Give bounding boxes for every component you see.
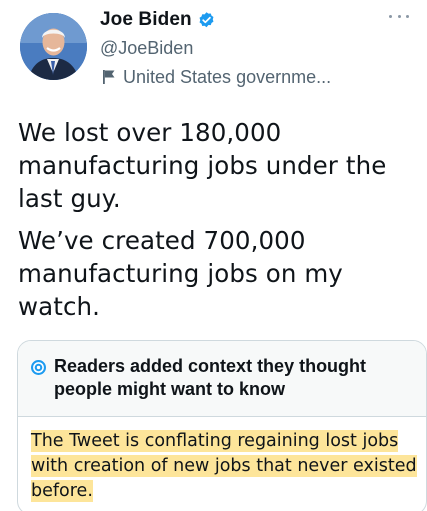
affiliation-text: United States governme... xyxy=(123,66,332,87)
verified-badge-icon[interactable] xyxy=(197,11,216,30)
tweet-card: Joe Biden @JoeBiden United States govern… xyxy=(0,0,427,511)
community-note-text: The Tweet is conflating regaining lost j… xyxy=(31,430,417,502)
name-row: Joe Biden xyxy=(100,8,390,32)
avatar-image xyxy=(20,13,87,80)
handle[interactable]: @JoeBiden xyxy=(100,36,390,60)
community-note-title: Readers added context they thought peopl… xyxy=(54,356,367,399)
community-note-body: The Tweet is conflating regaining lost j… xyxy=(31,429,421,504)
community-note-header[interactable]: Readers added context they thought peopl… xyxy=(18,341,426,417)
author-block: Joe Biden @JoeBiden United States govern… xyxy=(100,8,390,89)
display-name[interactable]: Joe Biden xyxy=(100,9,192,31)
tweet-paragraph: We’ve created 700,000 manufacturing jobs… xyxy=(18,226,343,321)
tweet-text: We lost over 180,000 manufacturing jobs … xyxy=(18,116,418,323)
avatar[interactable] xyxy=(20,13,87,80)
community-note: Readers added context they thought peopl… xyxy=(17,340,427,511)
affiliation-label[interactable]: United States governme... xyxy=(100,65,390,89)
tweet-paragraph: We lost over 180,000 manufacturing jobs … xyxy=(18,118,387,213)
more-options-icon[interactable] xyxy=(389,10,409,22)
community-notes-icon xyxy=(30,359,47,376)
flag-icon xyxy=(102,69,116,85)
